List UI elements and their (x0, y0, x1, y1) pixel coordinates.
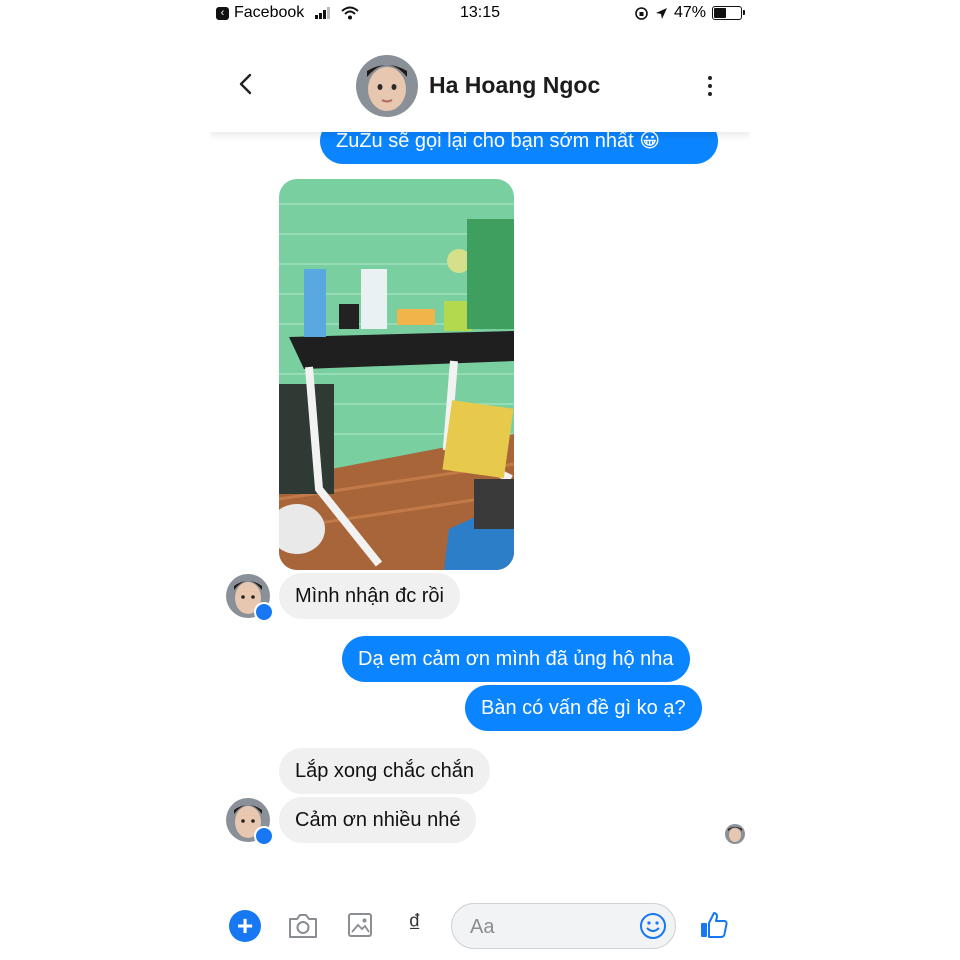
contact-avatar[interactable] (356, 55, 418, 117)
message-outgoing[interactable]: Dạ em cảm ơn mình đã ủng hộ nha (342, 636, 690, 682)
message-input[interactable]: Aa (451, 903, 676, 949)
status-right: 47% (634, 4, 745, 22)
conversation-header: Ha Hoang Ngoc (210, 36, 750, 132)
message-outgoing[interactable]: Bàn có vấn đề gì ko ạ? (465, 685, 702, 731)
camera-icon[interactable] (287, 912, 319, 940)
thumbs-up-icon[interactable] (699, 910, 729, 940)
desk-photo-image (279, 179, 514, 570)
status-bar: ‹ Facebook 13:15 47% (210, 0, 750, 30)
message-incoming[interactable]: Mình nhận đc rồi (279, 573, 460, 619)
seen-indicator-avatar (725, 824, 745, 844)
battery-percent: 47% (673, 4, 706, 21)
payment-dong-icon[interactable]: ₫ (408, 908, 421, 939)
back-chevron-icon[interactable] (236, 72, 256, 96)
message-input-placeholder: Aa (470, 916, 495, 938)
location-arrow-icon (655, 7, 667, 19)
plus-icon[interactable]: + (229, 910, 261, 942)
gallery-icon[interactable] (347, 911, 373, 939)
photo-message-desk[interactable] (279, 179, 514, 570)
battery-icon (712, 6, 745, 20)
more-options-icon[interactable] (706, 76, 714, 98)
orientation-lock-icon (635, 6, 648, 20)
messenger-badge-icon (254, 826, 274, 846)
messenger-screen: ‹ Facebook 13:15 47% Ha Hoang Ngoc ZuZu … (210, 0, 750, 960)
message-composer: + ₫ Aa (210, 898, 750, 954)
message-incoming[interactable]: Cảm ơn nhiều nhé (279, 797, 477, 843)
emoji-icon[interactable] (639, 912, 667, 940)
contact-name[interactable]: Ha Hoang Ngoc (429, 72, 600, 99)
messenger-badge-icon (254, 602, 274, 622)
message-incoming[interactable]: Lắp xong chắc chắn (279, 748, 491, 794)
